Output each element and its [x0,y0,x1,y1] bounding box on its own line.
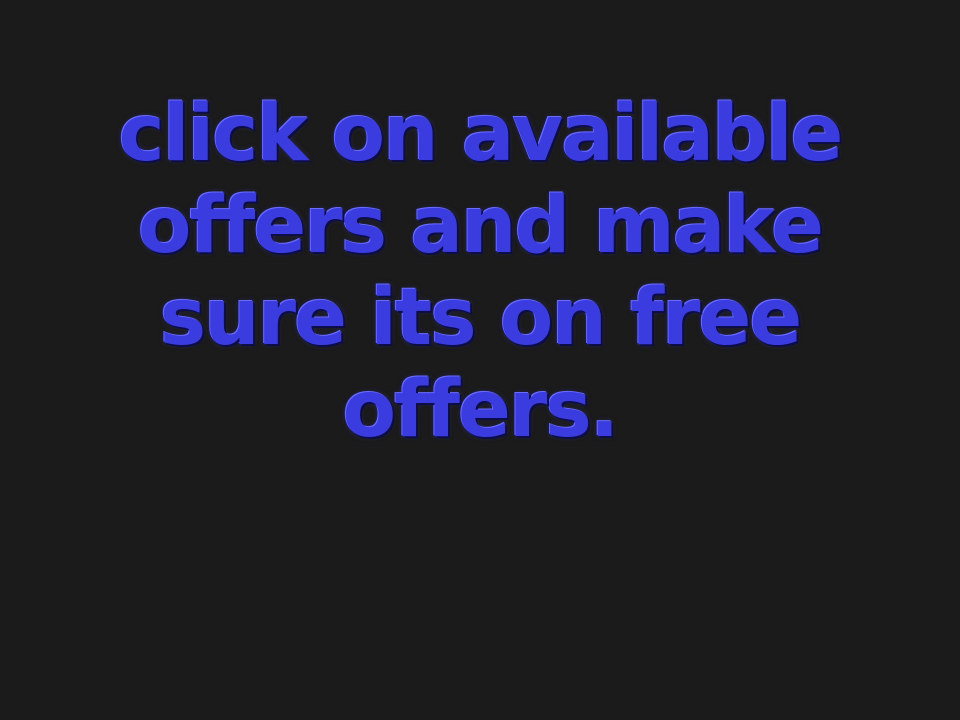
caption-line-1: click on available [118,89,844,179]
caption-line-4: offers. [342,365,620,455]
video-frame: click on available offers and make sure … [0,0,960,720]
caption-line-3: sure its on free [159,273,803,363]
caption-text-block: click on available offers and make sure … [0,88,960,456]
caption-line-2: offers and make [137,181,824,271]
